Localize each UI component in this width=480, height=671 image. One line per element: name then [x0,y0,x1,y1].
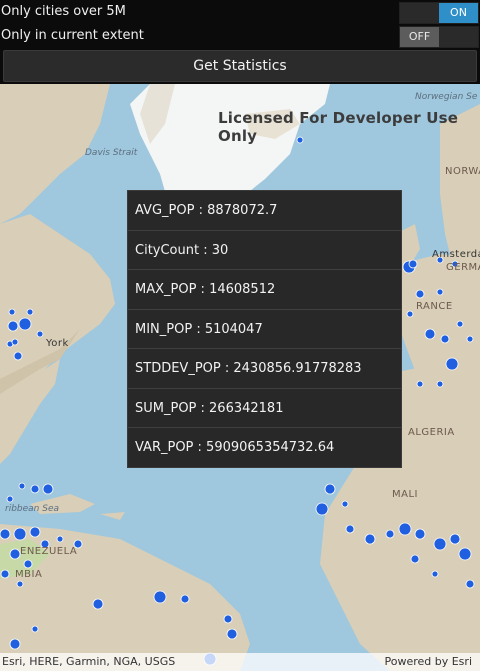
stat-min-pop[interactable]: MIN_POP : 5104047 [128,310,401,349]
stat-var-pop[interactable]: VAR_POP : 5909065354732.64 [128,428,401,468]
algeria-label: ALGERIA [408,427,455,438]
current-extent-row: Only in current extent OFF [0,24,480,48]
stat-city-count[interactable]: CityCount : 30 [128,231,401,270]
current-extent-label: Only in current extent [1,28,144,43]
stat-max-pop[interactable]: MAX_POP : 14608512 [128,270,401,310]
get-statistics-button[interactable]: Get Statistics [3,50,477,82]
germany-label: GERMA [446,262,480,273]
caribbean-sea-label: ribbean Sea [5,504,60,514]
stat-avg-pop[interactable]: AVG_POP : 8878072.7 [128,191,401,231]
cities-over-5m-label: Only cities over 5M [1,4,126,19]
license-watermark: Licensed For Developer Use Only [218,109,459,145]
powered-by-text[interactable]: Powered by Esri [384,655,472,668]
attribution-bar: Esri, HERE, Garmin, NGA, USGS Powered by… [0,653,480,671]
venezuela-label: ENEZUELA [20,546,78,557]
cities-over-5m-toggle[interactable]: ON [399,2,479,24]
new-york-label: York [46,338,69,349]
mali-label: MALI [392,489,418,500]
attribution-text: Esri, HERE, Garmin, NGA, USGS [2,655,176,668]
toggle-off-state: OFF [400,27,439,47]
stat-stddev-pop[interactable]: STDDEV_POP : 2430856.91778283 [128,349,401,389]
france-label: RANCE [416,301,453,312]
toggle-on-state: ON [439,3,478,23]
colombia-label: MBIA [15,569,43,580]
amsterdam-label: Amsterdar [432,249,480,260]
davis-strait-label: Davis Strait [85,148,138,158]
norwegian-sea-label: Norwegian Se [415,92,478,102]
cities-over-5m-row: Only cities over 5M ON [0,0,480,24]
norway-label: NORWA [445,166,480,177]
current-extent-toggle[interactable]: OFF [399,26,479,48]
statistics-popup: AVG_POP : 8878072.7 CityCount : 30 MAX_P… [127,190,402,468]
stat-sum-pop[interactable]: SUM_POP : 266342181 [128,389,401,428]
options-panel: Only cities over 5M ON Only in current e… [0,0,480,84]
